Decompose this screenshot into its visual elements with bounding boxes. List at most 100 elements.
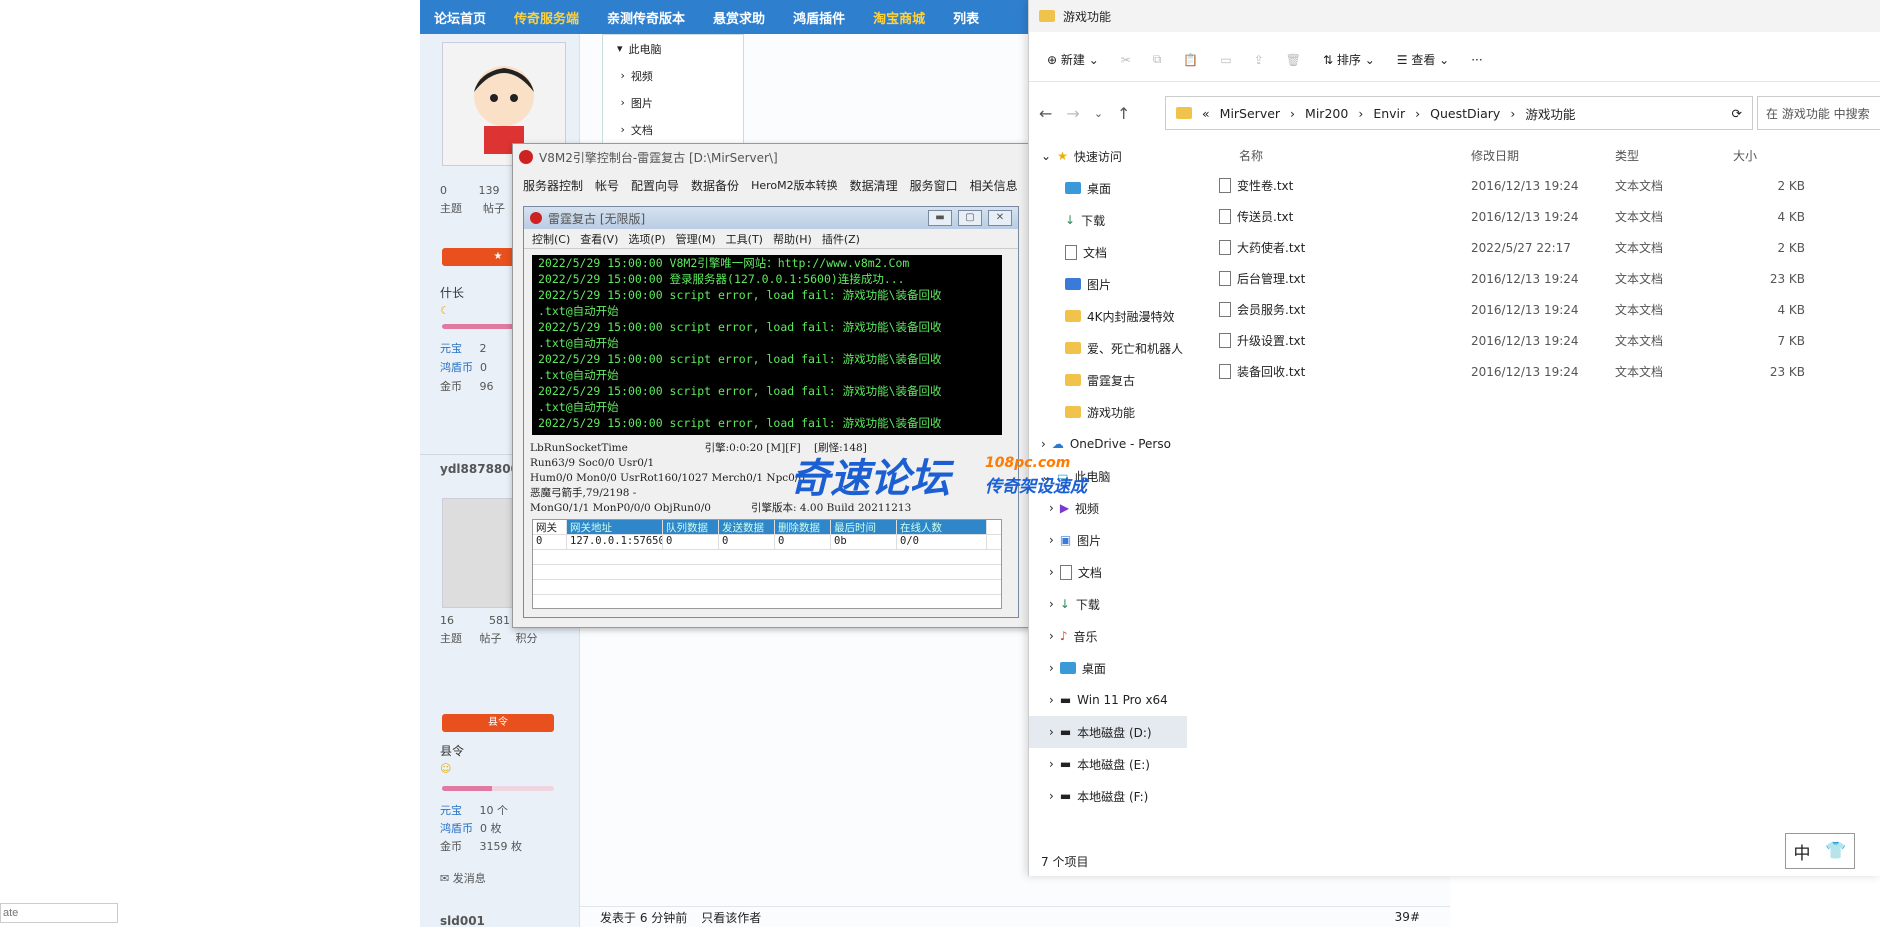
- menu-server-control[interactable]: 服务器控制: [523, 177, 583, 194]
- tree-item-this-pc[interactable]: ▾ 此电脑: [603, 35, 743, 62]
- ime-indicator[interactable]: 中 👕: [1785, 833, 1855, 869]
- nav-versions[interactable]: 亲测传奇版本: [593, 8, 699, 27]
- send-message-link[interactable]: ✉ 发消息: [440, 870, 580, 886]
- nav-server[interactable]: 传奇服务端: [500, 8, 593, 27]
- breadcrumb[interactable]: MirServer: [1220, 106, 1280, 121]
- menu-control[interactable]: 控制(C): [532, 231, 570, 247]
- sidebar-item-folder[interactable]: 游戏功能: [1029, 396, 1187, 428]
- breadcrumb-overflow[interactable]: «: [1202, 106, 1210, 121]
- rename-icon[interactable]: ▭: [1220, 53, 1231, 67]
- more-button[interactable]: ···: [1471, 53, 1482, 67]
- list-item[interactable]: 变性卷.txt 2016/12/13 19:24 文本文档 2 KB: [1219, 170, 1879, 201]
- menu-help[interactable]: 帮助(H): [773, 231, 812, 247]
- window-title-bar[interactable]: V8M2引擎控制台-雷霆复古 [D:\MirServer\]: [513, 144, 1031, 170]
- sidebar-item-folder[interactable]: 雷霆复古: [1029, 364, 1187, 396]
- sidebar-item-docs[interactable]: › 文档: [1029, 556, 1187, 588]
- sidebar-item-pictures[interactable]: 图片: [1029, 268, 1187, 300]
- sidebar-item-desktop[interactable]: 桌面: [1029, 172, 1187, 204]
- table-row[interactable]: 0 127.0.0.1:57650 0 0 0 0b 0/0: [533, 535, 1001, 550]
- sort-button[interactable]: ⇅ 排序 ⌄: [1323, 51, 1375, 68]
- minimize-button[interactable]: ▬: [928, 210, 952, 226]
- list-item[interactable]: 装备回收.txt 2016/12/13 19:24 文本文档 23 KB: [1219, 356, 1879, 387]
- menu-config-wizard[interactable]: 配置向导: [631, 177, 679, 194]
- sidebar-item-docs[interactable]: 文档: [1029, 236, 1187, 268]
- explorer-title-bar[interactable]: 游戏功能: [1029, 0, 1880, 32]
- nav-home[interactable]: 论坛首页: [420, 8, 500, 27]
- sidebar-item-quick-access[interactable]: ⌄ ★ 快速访问: [1029, 140, 1187, 172]
- share-icon[interactable]: ⇪: [1254, 53, 1264, 67]
- menu-plugins[interactable]: 插件(Z): [822, 231, 860, 247]
- menu-view[interactable]: 查看(V): [580, 231, 618, 247]
- menu-tools[interactable]: 工具(T): [726, 231, 763, 247]
- delete-icon[interactable]: 🗑: [1286, 53, 1301, 67]
- menu-account[interactable]: 帐号: [595, 177, 619, 194]
- menu-options[interactable]: 选项(P): [628, 231, 665, 247]
- only-author-link[interactable]: 只看该作者: [701, 909, 761, 926]
- sidebar-item-drive-d[interactable]: › ▬ 本地磁盘 (D:): [1029, 716, 1187, 748]
- cut-icon[interactable]: ✂: [1121, 53, 1131, 67]
- tree-item-videos[interactable]: › 视频: [603, 62, 743, 89]
- menu-manage[interactable]: 管理(M): [676, 231, 716, 247]
- recent-icon[interactable]: ⌄: [1094, 107, 1103, 120]
- new-label: 新建: [1060, 53, 1085, 67]
- address-bar[interactable]: « MirServer › Mir200 › Envir › QuestDiary › …: [1165, 96, 1753, 130]
- tree-item-pictures[interactable]: › 图片: [603, 89, 743, 116]
- menu-data-clean[interactable]: 数据清理: [850, 177, 898, 194]
- points-label: 积分: [515, 632, 538, 645]
- column-type[interactable]: 类型: [1615, 147, 1733, 164]
- menu-service-window[interactable]: 服务窗口: [910, 177, 958, 194]
- ime-language[interactable]: 中: [1793, 839, 1810, 864]
- new-button[interactable]: ⊕ 新建 ⌄: [1047, 51, 1099, 68]
- username[interactable]: sld001: [440, 914, 580, 928]
- nav-shop[interactable]: 淘宝商城: [859, 8, 939, 27]
- sidebar-item-drive-e[interactable]: › ▬ 本地磁盘 (E:): [1029, 748, 1187, 780]
- forward-icon[interactable]: →: [1066, 104, 1079, 123]
- nav-bounty[interactable]: 悬赏求助: [699, 8, 779, 27]
- left-input[interactable]: [0, 903, 118, 923]
- paste-icon[interactable]: 📋: [1183, 53, 1198, 67]
- list-item[interactable]: 大药使者.txt 2022/5/27 22:17 文本文档 2 KB: [1219, 232, 1879, 263]
- tree-item-docs[interactable]: › 文档: [603, 116, 743, 143]
- hongdun-value: 0 枚: [480, 822, 502, 835]
- search-input[interactable]: 在 游戏功能 中搜索: [1757, 96, 1880, 130]
- maximize-button[interactable]: ▢: [958, 210, 982, 226]
- sidebar-item-music[interactable]: › ♪ 音乐: [1029, 620, 1187, 652]
- sidebar-item-downloads[interactable]: ↓ 下载: [1029, 204, 1187, 236]
- sidebar-item-drive-f[interactable]: › ▬ 本地磁盘 (F:): [1029, 780, 1187, 812]
- list-item[interactable]: 传送员.txt 2016/12/13 19:24 文本文档 4 KB: [1219, 201, 1879, 232]
- breadcrumb[interactable]: QuestDiary: [1430, 106, 1500, 121]
- menu-backup[interactable]: 数据备份: [691, 177, 739, 194]
- close-button[interactable]: ✕: [988, 210, 1012, 226]
- sidebar-item-folder[interactable]: 4K内封融漫特效: [1029, 300, 1187, 332]
- shirt-icon[interactable]: 👕: [1825, 841, 1846, 861]
- sidebar-item-desktop[interactable]: › 桌面: [1029, 652, 1187, 684]
- refresh-icon[interactable]: ⟳: [1732, 106, 1742, 121]
- breadcrumb[interactable]: 游戏功能: [1525, 104, 1575, 123]
- column-name[interactable]: 名称: [1219, 147, 1471, 164]
- back-icon[interactable]: ←: [1039, 104, 1052, 123]
- list-item[interactable]: 后台管理.txt 2016/12/13 19:24 文本文档 23 KB: [1219, 263, 1879, 294]
- breadcrumb[interactable]: Envir: [1373, 106, 1405, 121]
- inner-title-bar[interactable]: 雷霆复古 [无限版] ▬ ▢ ✕: [524, 207, 1018, 229]
- copy-icon[interactable]: ⧉: [1153, 52, 1162, 67]
- column-date[interactable]: 修改日期: [1471, 147, 1615, 164]
- posts-count: 581: [488, 614, 510, 627]
- menu-info[interactable]: 相关信息: [970, 177, 1018, 194]
- up-icon[interactable]: ↑: [1117, 104, 1130, 123]
- console-log[interactable]: 2022/5/29 15:00:00 V8M2引擎唯一网站：http://www…: [532, 255, 1002, 435]
- menu-herom2-convert[interactable]: HeroM2版本转换: [751, 177, 838, 193]
- nav-list[interactable]: 列表: [939, 8, 993, 27]
- sidebar-item-folder[interactable]: 爱、死亡和机器人: [1029, 332, 1187, 364]
- sidebar-item-downloads[interactable]: › ↓ 下载: [1029, 588, 1187, 620]
- view-button[interactable]: ☰ 查看 ⌄: [1397, 51, 1449, 68]
- level-bar: [442, 786, 554, 791]
- list-item[interactable]: 会员服务.txt 2016/12/13 19:24 文本文档 4 KB: [1219, 294, 1879, 325]
- sidebar-item-drive-c[interactable]: › ▬ Win 11 Pro x64: [1029, 684, 1187, 716]
- gateway-table[interactable]: 网关 网关地址 队列数据 发送数据 删除数据 最后时间 在线人数 0 127.0…: [532, 519, 1002, 609]
- nav-plugin[interactable]: 鸿盾插件: [779, 8, 859, 27]
- cloud-icon: ☁: [1051, 437, 1064, 451]
- sidebar-item-pictures[interactable]: › ▣ 图片: [1029, 524, 1187, 556]
- list-item[interactable]: 升级设置.txt 2016/12/13 19:24 文本文档 7 KB: [1219, 325, 1879, 356]
- breadcrumb[interactable]: Mir200: [1305, 106, 1348, 121]
- column-size[interactable]: 大小: [1733, 147, 1805, 164]
